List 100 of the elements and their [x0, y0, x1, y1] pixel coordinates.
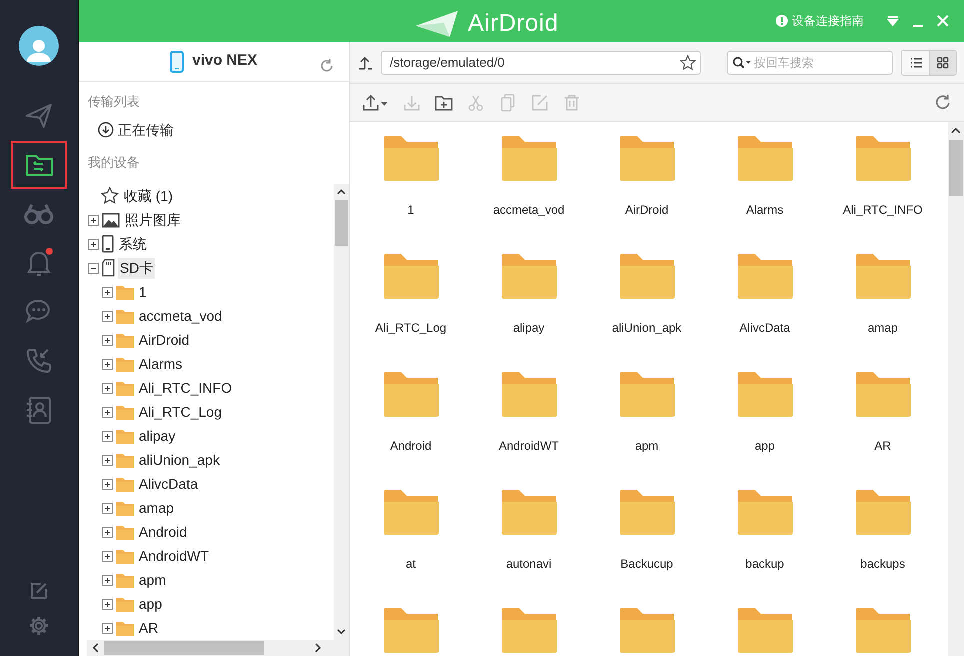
- expand-icon[interactable]: [88, 214, 99, 226]
- tree-item[interactable]: Ali_RTC_INFO: [137, 378, 234, 398]
- folder-icon[interactable]: [855, 253, 911, 299]
- tree-item[interactable]: SD卡: [118, 258, 156, 278]
- expand-icon[interactable]: [102, 478, 113, 490]
- file-name: AlivcData: [740, 320, 790, 337]
- folder-icon[interactable]: [501, 489, 557, 535]
- sd-card-icon: [102, 259, 115, 277]
- settings-icon[interactable]: [29, 616, 49, 636]
- tree-item[interactable]: accmeta_vod: [137, 306, 224, 326]
- folder-icon[interactable]: [383, 371, 439, 417]
- scrollbar-thumb[interactable]: [104, 641, 264, 655]
- folder-icon[interactable]: [855, 489, 911, 535]
- expand-icon[interactable]: [102, 574, 113, 586]
- expand-icon[interactable]: [102, 454, 113, 466]
- file-name: at: [406, 556, 416, 573]
- tree-item[interactable]: alipay: [137, 426, 178, 446]
- tree-item[interactable]: 照片图库: [123, 210, 183, 230]
- info-icon: [776, 15, 788, 27]
- file-name: Backucup: [620, 556, 674, 573]
- file-name: Ali_RTC_INFO: [843, 202, 923, 219]
- folder-icon[interactable]: [619, 607, 675, 653]
- expand-icon[interactable]: [102, 358, 113, 370]
- folder-icon[interactable]: [501, 135, 557, 181]
- tree-item[interactable]: aliUnion_apk: [137, 450, 222, 470]
- avatar[interactable]: [19, 26, 59, 66]
- star-icon[interactable]: [680, 54, 696, 70]
- transfer-list-item[interactable]: 正在传输: [118, 120, 174, 140]
- upload-icon[interactable]: [362, 94, 389, 112]
- vertical-scrollbar[interactable]: [334, 184, 349, 640]
- expand-icon[interactable]: [102, 406, 113, 418]
- tree-item[interactable]: Ali_RTC_Log: [137, 402, 224, 422]
- scrollbar-thumb[interactable]: [949, 140, 963, 196]
- folder-icon: [116, 620, 134, 636]
- parent-folder-icon[interactable]: [357, 54, 373, 70]
- file-name: aliUnion_apk: [612, 320, 682, 337]
- tree-item[interactable]: AlivcData: [137, 474, 200, 494]
- tree-item[interactable]: Android: [137, 522, 190, 542]
- folder-icon[interactable]: [737, 607, 793, 653]
- refresh-icon[interactable]: [934, 94, 952, 112]
- folder-icon[interactable]: [501, 253, 557, 299]
- device-name: vivo NEX: [192, 51, 258, 72]
- scrollbar-thumb[interactable]: [335, 200, 348, 246]
- expand-icon[interactable]: [102, 310, 113, 322]
- expand-icon[interactable]: [102, 598, 113, 610]
- folder-transfer-nav-button[interactable]: [11, 141, 67, 189]
- expand-icon[interactable]: [102, 526, 113, 538]
- tree-item[interactable]: amap: [137, 498, 176, 518]
- tree-item[interactable]: 收藏 (1): [122, 186, 175, 206]
- path-field[interactable]: /storage/emulated/0: [381, 50, 701, 74]
- tree-item[interactable]: apm: [137, 570, 168, 590]
- expand-icon[interactable]: [102, 550, 113, 562]
- tree-item[interactable]: AndroidWT: [137, 546, 212, 566]
- expand-icon[interactable]: [102, 502, 113, 514]
- collapse-icon[interactable]: [88, 262, 99, 274]
- folder-icon[interactable]: [383, 253, 439, 299]
- folder-icon[interactable]: [737, 489, 793, 535]
- expand-icon[interactable]: [88, 238, 99, 250]
- file-name: autonavi: [506, 556, 552, 573]
- folder-icon[interactable]: [737, 253, 793, 299]
- folder-icon[interactable]: [855, 135, 911, 181]
- expand-icon[interactable]: [102, 430, 113, 442]
- section-heading: 我的设备: [87, 154, 141, 172]
- folder-icon[interactable]: [737, 371, 793, 417]
- horizontal-scrollbar[interactable]: [87, 640, 349, 656]
- tree-item[interactable]: Alarms: [137, 354, 185, 374]
- folder-icon[interactable]: [383, 135, 439, 181]
- file-name: app: [754, 438, 776, 455]
- grid-view-button[interactable]: [929, 50, 956, 74]
- tree-item[interactable]: 系统: [117, 234, 149, 254]
- expand-icon[interactable]: [102, 286, 113, 298]
- folder-icon[interactable]: [737, 135, 793, 181]
- folder-icon[interactable]: [619, 371, 675, 417]
- section-heading: 传输列表: [87, 93, 141, 111]
- edit-icon[interactable]: [29, 581, 49, 601]
- folder-icon[interactable]: [383, 607, 439, 653]
- tree-item[interactable]: AirDroid: [137, 330, 192, 350]
- tree-item[interactable]: app: [137, 594, 164, 614]
- folder-icon: [116, 452, 134, 468]
- paper-plane-logo-icon: [416, 9, 460, 39]
- folder-icon[interactable]: [855, 371, 911, 417]
- folder-icon: [116, 356, 134, 372]
- search-icon[interactable]: [732, 56, 752, 70]
- folder-icon[interactable]: [501, 607, 557, 653]
- tree-item[interactable]: 1: [137, 282, 149, 302]
- expand-icon[interactable]: [102, 334, 113, 346]
- expand-icon[interactable]: [102, 622, 113, 634]
- folder-icon[interactable]: [619, 135, 675, 181]
- folder-icon[interactable]: [619, 489, 675, 535]
- tree-item[interactable]: AR: [137, 618, 160, 638]
- expand-icon[interactable]: [102, 382, 113, 394]
- folder-icon: [116, 428, 134, 444]
- folder-icon[interactable]: [619, 253, 675, 299]
- folder-icon[interactable]: [501, 371, 557, 417]
- new-folder-icon[interactable]: [435, 94, 453, 112]
- folder-icon[interactable]: [855, 607, 911, 653]
- search-box[interactable]: 按回车搜索: [727, 50, 893, 74]
- refresh-icon[interactable]: [319, 58, 335, 74]
- vertical-scrollbar[interactable]: [948, 122, 964, 656]
- folder-icon[interactable]: [383, 489, 439, 535]
